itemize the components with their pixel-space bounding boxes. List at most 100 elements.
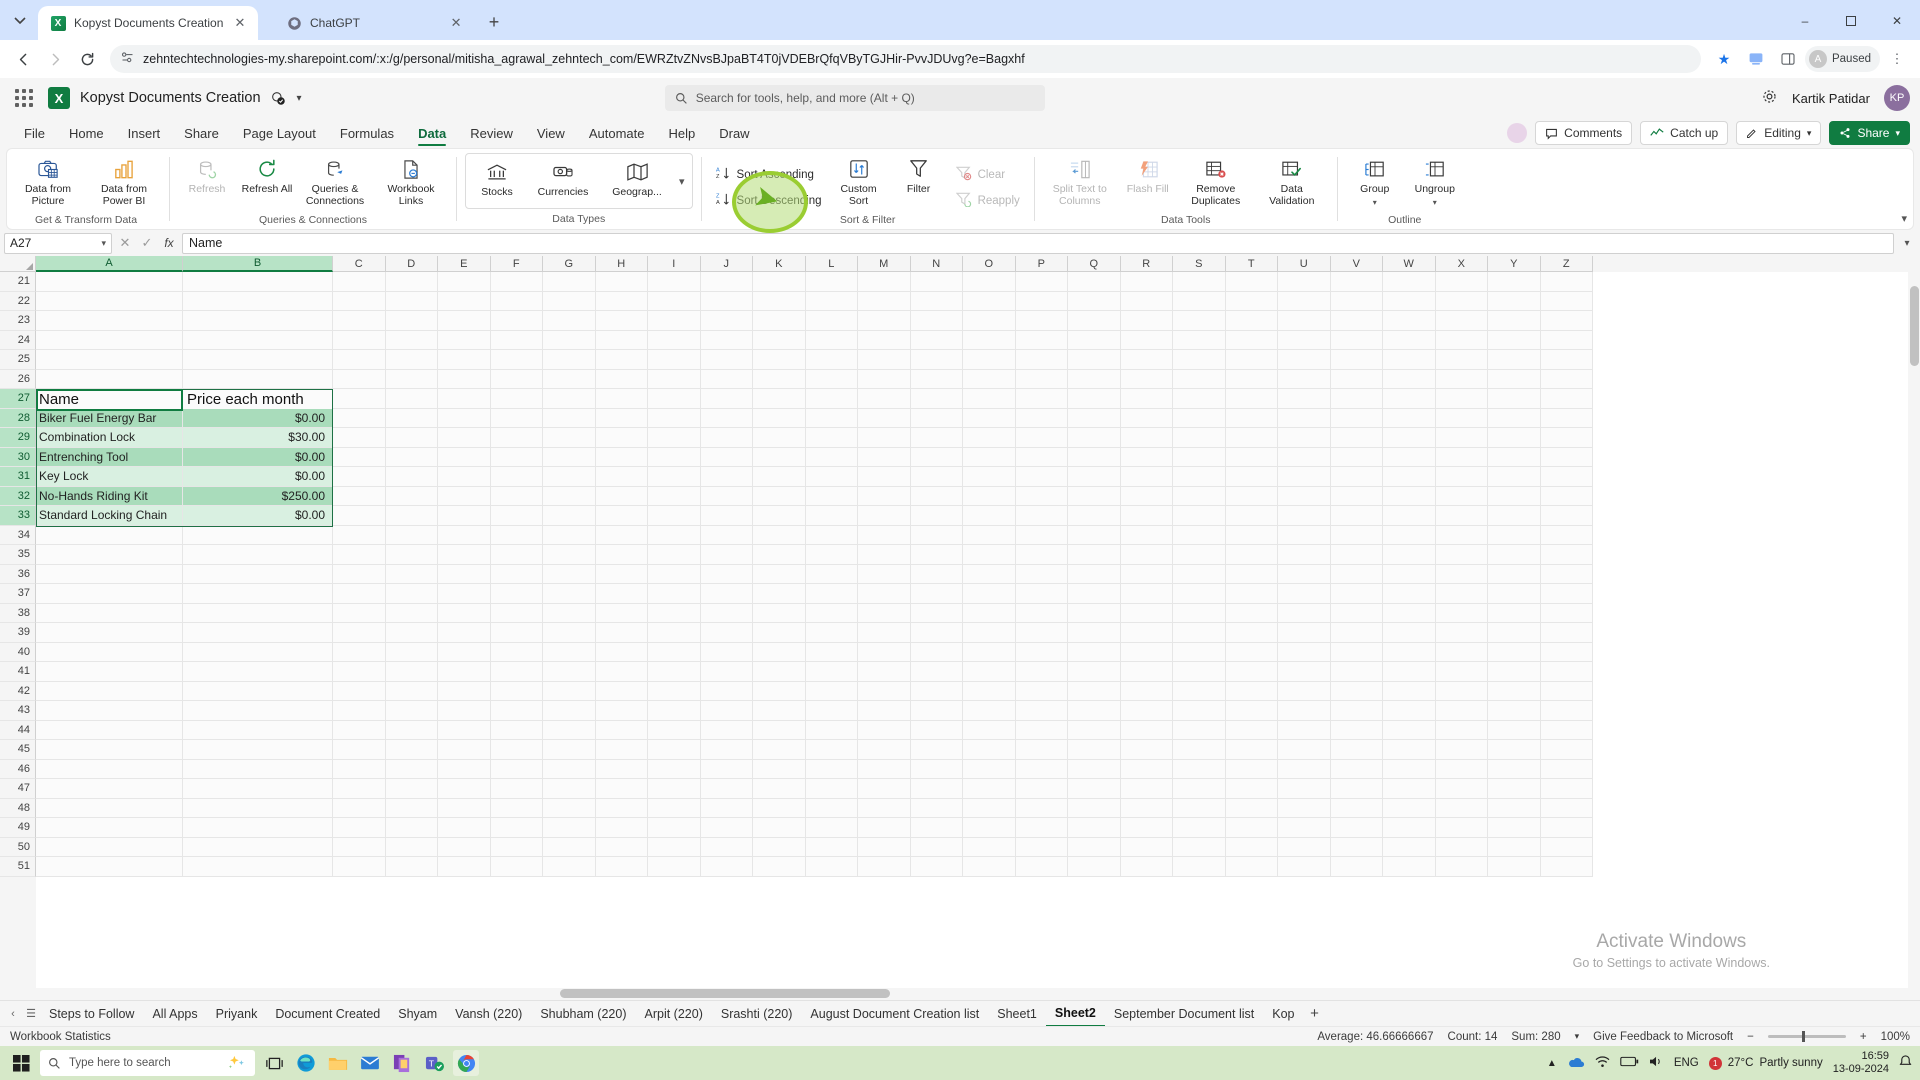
cell-V33[interactable]: [1330, 506, 1383, 526]
cell-H41[interactable]: [595, 662, 648, 682]
cell-M49[interactable]: [858, 818, 911, 838]
cell-S49[interactable]: [1173, 818, 1226, 838]
cell-T29[interactable]: [1225, 428, 1278, 448]
cell-H36[interactable]: [595, 564, 648, 584]
sheet-tab-shubham-220-[interactable]: Shubham (220): [531, 1001, 635, 1027]
cell-F45[interactable]: [490, 740, 543, 760]
cell-T50[interactable]: [1225, 837, 1278, 857]
column-header-U[interactable]: U: [1278, 256, 1331, 272]
row-header-29[interactable]: 29: [0, 428, 36, 448]
cell-D44[interactable]: [385, 720, 438, 740]
cell-A31[interactable]: Key Lock: [36, 467, 183, 487]
ribbon-collapse-icon[interactable]: ▾: [1901, 212, 1907, 225]
search-input[interactable]: Search for tools, help, and more (Alt + …: [664, 85, 1045, 111]
cell-R50[interactable]: [1120, 837, 1173, 857]
cell-I22[interactable]: [648, 291, 701, 311]
chevron-down-icon[interactable]: ▾: [1433, 198, 1437, 207]
cell-A33[interactable]: Standard Locking Chain: [36, 506, 183, 526]
cell-C33[interactable]: [333, 506, 386, 526]
cell-G21[interactable]: [543, 272, 596, 292]
sheet-list-icon[interactable]: ☰: [22, 1007, 40, 1020]
cell-E38[interactable]: [438, 603, 491, 623]
cell-S26[interactable]: [1173, 369, 1226, 389]
cell-W23[interactable]: [1383, 311, 1436, 331]
cell-E32[interactable]: [438, 486, 491, 506]
cell-A47[interactable]: [36, 779, 183, 799]
row-header-34[interactable]: 34: [0, 525, 36, 545]
cell-S45[interactable]: [1173, 740, 1226, 760]
cell-P43[interactable]: [1015, 701, 1068, 721]
sheet-tab-document-created[interactable]: Document Created: [266, 1001, 389, 1027]
cell-Y41[interactable]: [1488, 662, 1541, 682]
cell-B41[interactable]: [183, 662, 333, 682]
cell-B22[interactable]: [183, 291, 333, 311]
cell-I38[interactable]: [648, 603, 701, 623]
cell-U48[interactable]: [1278, 798, 1331, 818]
refresh-button[interactable]: Refresh: [178, 155, 236, 198]
new-tab-button[interactable]: +: [480, 8, 508, 36]
cell-M24[interactable]: [858, 330, 911, 350]
cell-Y23[interactable]: [1488, 311, 1541, 331]
cell-H29[interactable]: [595, 428, 648, 448]
tab-search-icon[interactable]: [6, 7, 34, 35]
cell-A22[interactable]: [36, 291, 183, 311]
cell-C30[interactable]: [333, 447, 386, 467]
cell-Y39[interactable]: [1488, 623, 1541, 643]
cell-Q32[interactable]: [1068, 486, 1121, 506]
cell-U44[interactable]: [1278, 720, 1331, 740]
cell-I28[interactable]: [648, 408, 701, 428]
cell-S43[interactable]: [1173, 701, 1226, 721]
cell-J40[interactable]: [700, 642, 753, 662]
ribbon-tab-draw[interactable]: Draw: [707, 118, 761, 148]
cell-X38[interactable]: [1435, 603, 1488, 623]
cell-I45[interactable]: [648, 740, 701, 760]
column-header-W[interactable]: W: [1383, 256, 1436, 272]
reload-icon[interactable]: [72, 44, 102, 74]
cell-J37[interactable]: [700, 584, 753, 604]
cell-X29[interactable]: [1435, 428, 1488, 448]
cell-R33[interactable]: [1120, 506, 1173, 526]
cell-T40[interactable]: [1225, 642, 1278, 662]
column-header-G[interactable]: G: [543, 256, 596, 272]
cell-X36[interactable]: [1435, 564, 1488, 584]
horizontal-scrollbar[interactable]: [0, 988, 1920, 1000]
clear-filter-button[interactable]: Clear: [950, 163, 1026, 187]
cell-F32[interactable]: [490, 486, 543, 506]
cell-V30[interactable]: [1330, 447, 1383, 467]
cell-Q27[interactable]: [1068, 389, 1121, 409]
cell-B47[interactable]: [183, 779, 333, 799]
cell-U39[interactable]: [1278, 623, 1331, 643]
cell-T34[interactable]: [1225, 525, 1278, 545]
cell-S30[interactable]: [1173, 447, 1226, 467]
cell-M26[interactable]: [858, 369, 911, 389]
cell-E45[interactable]: [438, 740, 491, 760]
cell-Q28[interactable]: [1068, 408, 1121, 428]
cell-K47[interactable]: [753, 779, 806, 799]
cell-F44[interactable]: [490, 720, 543, 740]
cell-N21[interactable]: [910, 272, 963, 292]
cell-M33[interactable]: [858, 506, 911, 526]
cell-Z37[interactable]: [1540, 584, 1593, 604]
cell-L50[interactable]: [805, 837, 858, 857]
cell-J33[interactable]: [700, 506, 753, 526]
cell-C27[interactable]: [333, 389, 386, 409]
workbook-statistics-label[interactable]: Workbook Statistics: [10, 1031, 111, 1043]
cell-I50[interactable]: [648, 837, 701, 857]
filter-button[interactable]: Filter: [890, 155, 948, 198]
cell-N37[interactable]: [910, 584, 963, 604]
cell-G25[interactable]: [543, 350, 596, 370]
cell-X27[interactable]: [1435, 389, 1488, 409]
cell-U32[interactable]: [1278, 486, 1331, 506]
cell-I39[interactable]: [648, 623, 701, 643]
cell-C49[interactable]: [333, 818, 386, 838]
cell-K35[interactable]: [753, 545, 806, 565]
cell-W39[interactable]: [1383, 623, 1436, 643]
column-header-T[interactable]: T: [1225, 256, 1278, 272]
cell-K41[interactable]: [753, 662, 806, 682]
stats-chevron-icon[interactable]: ▾: [1575, 1031, 1580, 1042]
cell-C28[interactable]: [333, 408, 386, 428]
cell-Z31[interactable]: [1540, 467, 1593, 487]
catchup-button[interactable]: Catch up: [1640, 121, 1729, 145]
cell-D33[interactable]: [385, 506, 438, 526]
cell-B29[interactable]: $30.00: [183, 428, 333, 448]
